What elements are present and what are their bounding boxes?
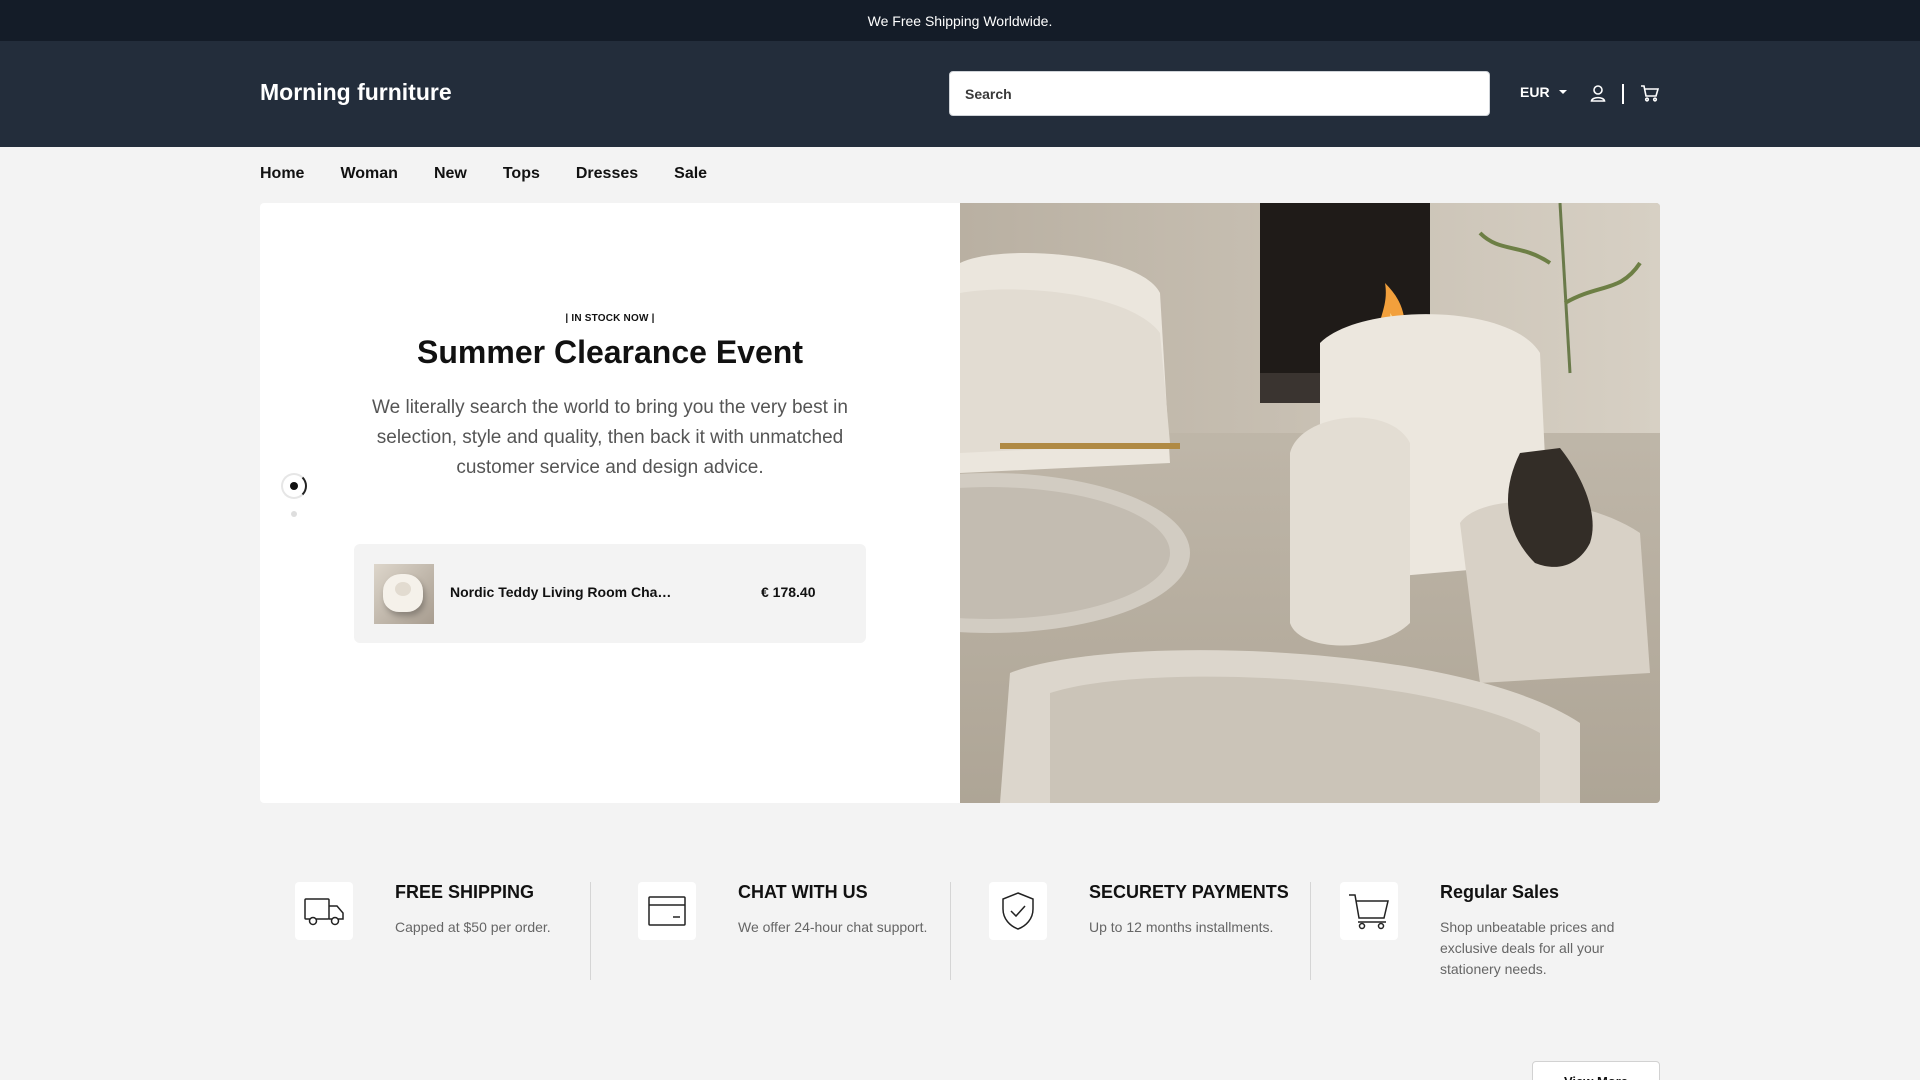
feature-divider [590,882,591,980]
nav-item-tops[interactable]: Tops [503,165,540,183]
search-input[interactable] [949,71,1490,116]
cart-icon [1340,882,1398,940]
nav-item-dresses[interactable]: Dresses [576,165,638,183]
site-logo[interactable]: Morning furniture [260,79,452,106]
product-price: € 178.40 [761,584,816,600]
announcement-text: We Free Shipping Worldwide. [867,12,1053,29]
header-divider [1622,84,1624,104]
hero-description: We literally search the world to bring y… [372,397,848,478]
nav-item-new[interactable]: New [434,165,467,183]
feature-title: FREE SHIPPING [395,882,535,902]
nav-item-woman[interactable]: Woman [340,165,397,183]
product-name: Nordic Teddy Living Room Chair Wool... [450,584,675,600]
feature-subtitle: Shop unbeatable prices and exclusive dea… [1440,919,1615,977]
featured-product-card[interactable]: Nordic Teddy Living Room Chair Wool... €… [354,544,866,643]
living-room-illustration [960,203,1660,803]
hero-content: | IN STOCK NOW | Summer Clearance Event … [260,203,960,803]
cart-icon [1641,85,1660,102]
slide-indicators [281,473,309,517]
feature-divider [1310,882,1311,980]
shield-check-icon [989,882,1047,940]
nav-item-home[interactable]: Home [260,165,304,183]
user-icon [1590,85,1606,102]
hero-slideshow: | IN STOCK NOW | Summer Clearance Event … [260,203,1660,803]
card-icon [638,882,696,940]
hero-title: Summer Clearance Event [417,334,803,370]
hero-eyebrow: | IN STOCK NOW | [565,313,655,324]
feature-subtitle: Up to 12 months installments. [1089,919,1274,935]
slide-dot-active[interactable] [281,473,307,499]
account-button[interactable] [1588,82,1608,104]
hero-image [960,203,1660,803]
nav-item-sale[interactable]: Sale [674,165,707,183]
currency-label: EUR [1520,84,1550,100]
currency-selector[interactable]: EUR [1520,84,1567,100]
slide-dot[interactable] [291,511,297,517]
feature-title: CHAT WITH US [738,882,868,902]
view-more-button[interactable]: View More [1532,1061,1660,1080]
truck-icon [295,882,353,940]
feature-title: SECURETY PAYMENTS [1089,882,1289,902]
features-strip: FREE SHIPPING Capped at $50 per order. C… [260,880,1660,980]
feature-title: Regular Sales [1440,882,1560,902]
chevron-down-icon [1558,90,1567,94]
feature-subtitle: We offer 24-hour chat support. [738,919,928,935]
feature-divider [950,882,951,980]
feature-subtitle: Capped at $50 per order. [395,919,551,935]
main-nav: Home Woman New Tops Dresses Sale [260,165,707,183]
product-thumbnail [374,564,434,624]
cart-button[interactable] [1640,82,1660,104]
site-header: Morning furniture EUR [0,41,1920,147]
announcement-bar: We Free Shipping Worldwide. [0,0,1920,41]
